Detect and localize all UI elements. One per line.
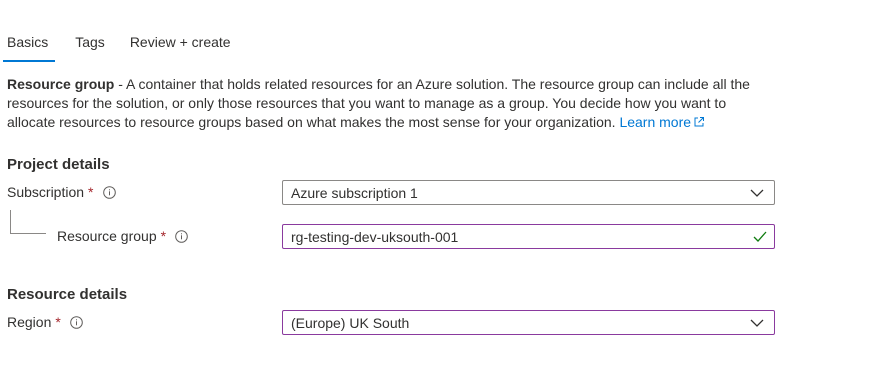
info-icon[interactable] — [70, 315, 83, 329]
tab-basics[interactable]: Basics — [2, 22, 56, 62]
resource-group-input[interactable]: rg-testing-dev-uksouth-001 — [282, 224, 775, 249]
info-icon[interactable] — [175, 229, 188, 243]
tree-connector-horizontal — [10, 233, 46, 234]
project-details-heading: Project details — [7, 156, 110, 173]
tree-connector-vertical — [10, 210, 11, 234]
chevron-down-icon — [750, 319, 764, 327]
resource-group-value: rg-testing-dev-uksouth-001 — [291, 228, 459, 245]
info-icon[interactable] — [102, 185, 116, 199]
checkmark-icon — [753, 231, 767, 242]
learn-more-label: Learn more — [619, 114, 692, 130]
region-dropdown[interactable]: (Europe) UK South — [282, 310, 775, 335]
required-marker: * — [88, 184, 94, 200]
tab-review-create[interactable]: Review + create — [130, 22, 239, 62]
region-value: (Europe) UK South — [291, 314, 410, 331]
region-label-text: Region — [7, 314, 52, 330]
subscription-value: Azure subscription 1 — [291, 184, 418, 201]
subscription-label: Subscription * — [7, 184, 116, 200]
chevron-down-icon — [750, 189, 764, 197]
resource-details-heading: Resource details — [7, 286, 128, 303]
required-marker: * — [160, 228, 167, 244]
subscription-label-text: Subscription — [7, 184, 85, 200]
external-link-icon — [694, 117, 705, 127]
description-term: Resource group — [7, 76, 115, 92]
resource-group-label: Resource group * — [57, 228, 188, 244]
resource-group-label-text: Resource group — [57, 228, 157, 244]
tab-tags[interactable]: Tags — [75, 22, 113, 62]
tab-bar: Basics Tags Review + create — [0, 22, 239, 62]
resource-group-description: Resource group - A container that holds … — [7, 75, 767, 132]
subscription-dropdown[interactable]: Azure subscription 1 — [282, 180, 775, 205]
learn-more-link[interactable]: Learn more — [619, 114, 705, 130]
required-marker: * — [55, 314, 61, 330]
region-label: Region * — [7, 314, 83, 330]
